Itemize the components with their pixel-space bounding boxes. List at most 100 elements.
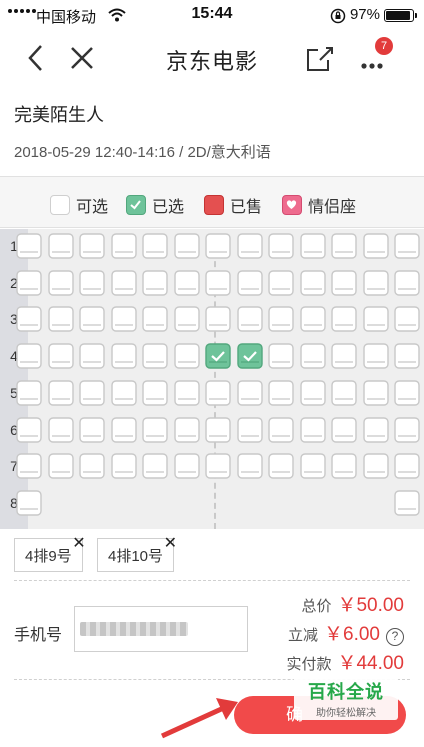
seat-available[interactable] xyxy=(299,453,326,479)
seat-available[interactable] xyxy=(16,269,42,296)
seat-available[interactable] xyxy=(362,233,389,259)
seat-available[interactable] xyxy=(299,269,326,296)
seat-available[interactable] xyxy=(79,343,105,369)
seat-available[interactable] xyxy=(362,269,389,296)
seat-available[interactable] xyxy=(205,380,231,406)
seat-available[interactable] xyxy=(173,343,200,369)
seat-available[interactable] xyxy=(16,380,42,406)
seat-available[interactable] xyxy=(173,380,200,406)
seat-available[interactable] xyxy=(16,416,42,443)
seat-available[interactable] xyxy=(331,380,357,406)
seat-available[interactable] xyxy=(110,306,137,333)
seat-available[interactable] xyxy=(362,306,389,333)
seat-available[interactable] xyxy=(299,380,326,406)
picked-seat-tag[interactable]: 4排10号 ✕ xyxy=(97,535,177,572)
seat-available[interactable] xyxy=(236,380,263,406)
seat-available[interactable] xyxy=(47,416,74,443)
seat-selected[interactable] xyxy=(205,343,231,369)
seat-available[interactable] xyxy=(110,453,137,479)
legend-sold: 已售 xyxy=(204,193,262,217)
seat-available[interactable] xyxy=(16,306,42,333)
seat-available[interactable] xyxy=(142,306,168,333)
seat-available[interactable] xyxy=(16,490,42,516)
seat-available[interactable] xyxy=(79,233,105,259)
seat-available[interactable] xyxy=(394,416,420,443)
remove-seat-icon[interactable]: ✕ xyxy=(164,533,177,553)
seat-available[interactable] xyxy=(142,380,168,406)
seat-available[interactable] xyxy=(236,269,263,296)
seat-available[interactable] xyxy=(47,233,74,259)
seat-available[interactable] xyxy=(142,233,168,259)
seat-available[interactable] xyxy=(362,416,389,443)
seat-available[interactable] xyxy=(79,269,105,296)
seat-available[interactable] xyxy=(205,453,231,479)
seat-available[interactable] xyxy=(16,233,42,259)
seat-available[interactable] xyxy=(47,343,74,369)
seat-available[interactable] xyxy=(142,269,168,296)
seat-available[interactable] xyxy=(236,453,263,479)
seat-available[interactable] xyxy=(110,380,137,406)
seat-available[interactable] xyxy=(268,453,294,479)
seat-available[interactable] xyxy=(173,269,200,296)
seat-available[interactable] xyxy=(110,343,137,369)
seat-available[interactable] xyxy=(205,416,231,443)
seat-available[interactable] xyxy=(362,343,389,369)
seat-available[interactable] xyxy=(173,233,200,259)
seat-available[interactable] xyxy=(331,269,357,296)
seat-available[interactable] xyxy=(236,306,263,333)
seat-available[interactable] xyxy=(394,343,420,369)
seat-available[interactable] xyxy=(268,416,294,443)
seat-available[interactable] xyxy=(331,306,357,333)
seat-available[interactable] xyxy=(299,416,326,443)
seat-available[interactable] xyxy=(79,380,105,406)
seat-available[interactable] xyxy=(142,416,168,443)
seat-available[interactable] xyxy=(331,416,357,443)
seat-available[interactable] xyxy=(394,490,420,516)
seat-available[interactable] xyxy=(110,416,137,443)
seat-available[interactable] xyxy=(299,343,326,369)
seat-available[interactable] xyxy=(268,343,294,369)
seat-available[interactable] xyxy=(236,233,263,259)
seat-available[interactable] xyxy=(394,233,420,259)
seat-available[interactable] xyxy=(173,306,200,333)
seat-available[interactable] xyxy=(268,380,294,406)
share-icon[interactable] xyxy=(304,42,336,74)
seat-available[interactable] xyxy=(110,269,137,296)
seat-available[interactable] xyxy=(394,269,420,296)
seat-available[interactable] xyxy=(79,306,105,333)
seat-available[interactable] xyxy=(236,416,263,443)
seat-available[interactable] xyxy=(394,380,420,406)
seat-available[interactable] xyxy=(331,233,357,259)
seat-available[interactable] xyxy=(16,343,42,369)
seat-available[interactable] xyxy=(299,306,326,333)
seat-available[interactable] xyxy=(205,233,231,259)
seat-available[interactable] xyxy=(173,416,200,443)
seat-available[interactable] xyxy=(331,453,357,479)
seat-available[interactable] xyxy=(394,306,420,333)
seat-available[interactable] xyxy=(110,233,137,259)
seat-available[interactable] xyxy=(47,380,74,406)
picked-seat-tag[interactable]: 4排9号 ✕ xyxy=(14,535,86,572)
seat-available[interactable] xyxy=(268,233,294,259)
seat-available[interactable] xyxy=(142,453,168,479)
seat-available[interactable] xyxy=(362,453,389,479)
seat-available[interactable] xyxy=(299,233,326,259)
seat-available[interactable] xyxy=(142,343,168,369)
seat-available[interactable] xyxy=(79,453,105,479)
seat-available[interactable] xyxy=(16,453,42,479)
seat-available[interactable] xyxy=(268,269,294,296)
seat-available[interactable] xyxy=(394,453,420,479)
seat-available[interactable] xyxy=(205,306,231,333)
seat-available[interactable] xyxy=(173,453,200,479)
seat-available[interactable] xyxy=(331,343,357,369)
seat-selected[interactable] xyxy=(236,343,263,369)
seat-available[interactable] xyxy=(47,306,74,333)
remove-seat-icon[interactable]: ✕ xyxy=(72,533,85,553)
seat-available[interactable] xyxy=(79,416,105,443)
seat-available[interactable] xyxy=(362,380,389,406)
help-icon[interactable]: ? xyxy=(386,628,404,646)
seat-available[interactable] xyxy=(47,269,74,296)
seat-available[interactable] xyxy=(205,269,231,296)
seat-available[interactable] xyxy=(47,453,74,479)
seat-available[interactable] xyxy=(268,306,294,333)
